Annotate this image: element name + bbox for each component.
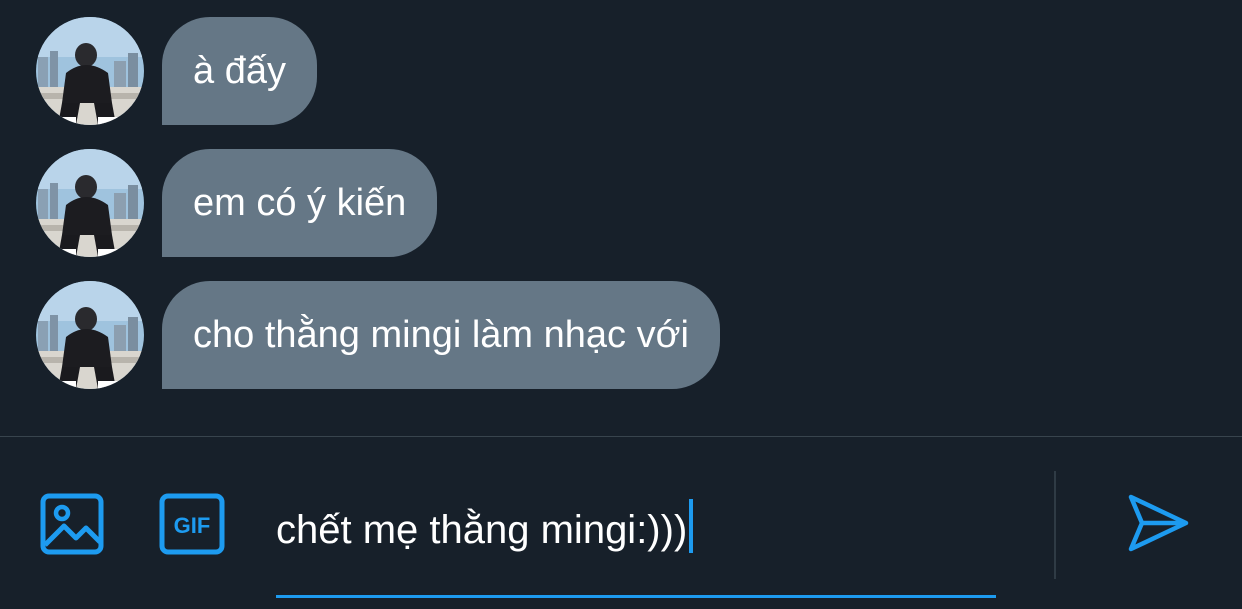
message-item: à đấy [36,17,317,125]
text-caret [689,499,694,553]
message-list: à đấy em có ý kiến cho thằng mingi làm n… [0,0,1242,437]
message-item: em có ý kiến [36,149,438,257]
message-input-text: chết mẹ thằng mingi:))) [276,508,688,552]
avatar[interactable] [36,281,144,389]
send-button[interactable] [1126,491,1190,555]
message-item: cho thằng mingi làm nhạc với [36,281,720,389]
message-bubble[interactable]: à đấy [162,17,317,125]
dm-conversation-screen: à đấy em có ý kiến cho thằng mingi làm n… [0,0,1242,609]
message-bubble[interactable]: cho thằng mingi làm nhạc với [162,281,720,389]
composer-separator [1054,471,1056,579]
input-focus-underline [276,595,996,598]
gif-icon: GIF [159,493,225,555]
message-bubble[interactable]: em có ý kiến [162,149,438,257]
add-gif-button[interactable]: GIF [159,493,225,555]
gif-label: GIF [174,513,211,538]
image-icon [40,493,104,555]
add-media-button[interactable] [40,493,104,555]
message-input-field[interactable]: chết mẹ thằng mingi:))) [276,477,996,598]
send-icon [1128,494,1189,552]
message-composer: GIF chết mẹ thằng mingi:))) [0,437,1242,609]
avatar[interactable] [36,17,144,125]
avatar[interactable] [36,149,144,257]
